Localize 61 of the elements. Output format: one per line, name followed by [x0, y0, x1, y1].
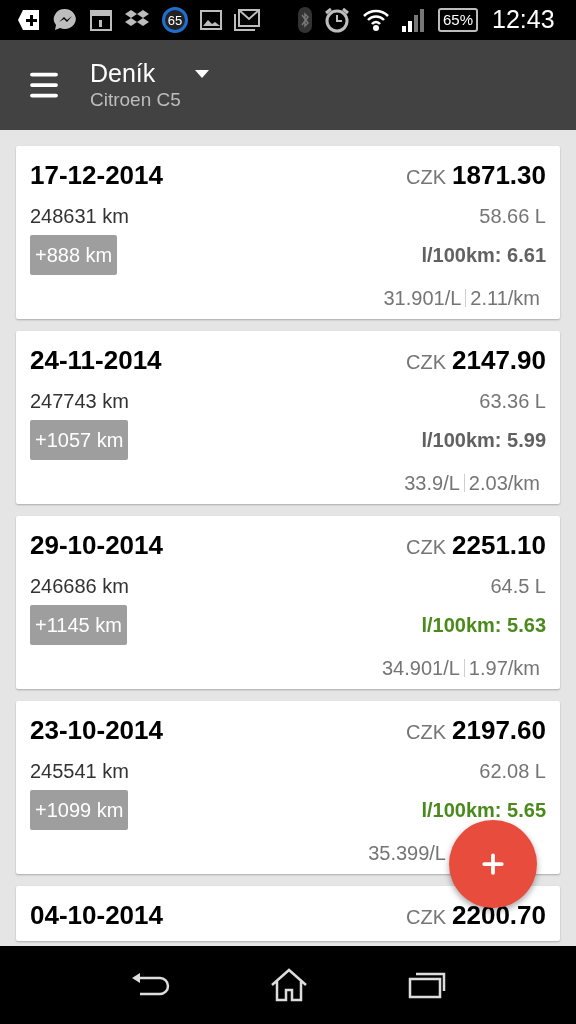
- entry-card[interactable]: 29-10-2014 CZK 2251.10 246686 km 64.5 L +1145 km l/100km: 5.63 34.901/L 1.97/km: [16, 516, 560, 689]
- mail-icon: [234, 9, 260, 31]
- fuel-volume: 64.5 L: [490, 574, 546, 599]
- consumption-value: l/100km: 5.65: [421, 798, 546, 823]
- entry-amount: 2147.90: [452, 344, 546, 377]
- distance-badge: +1057 km: [30, 420, 129, 460]
- battery-indicator: 65%: [438, 8, 479, 32]
- entry-date: 24-11-2014: [30, 344, 162, 377]
- signal-icon: [402, 8, 426, 32]
- currency-label: CZK: [406, 905, 446, 930]
- fuel-volume: 58.66 L: [479, 204, 546, 229]
- odometer-reading: 247743 km: [30, 389, 129, 414]
- fuel-volume: 63.36 L: [479, 389, 546, 414]
- entry-date: 23-10-2014: [30, 714, 163, 747]
- toolbar-title: Deník: [90, 58, 157, 88]
- distance-badge: +1145 km: [30, 605, 127, 645]
- clock-time: 12:43: [492, 4, 555, 36]
- calendar-icon: [90, 9, 112, 31]
- currency-label: CZK: [406, 350, 446, 375]
- entry-card[interactable]: 04-10-2014 CZK 2200.70: [16, 886, 560, 941]
- odometer-reading: 245541 km: [30, 759, 129, 784]
- currency-label: CZK: [406, 535, 446, 560]
- wifi-icon: [362, 8, 390, 32]
- unit-price: 35.399/L: [368, 841, 446, 866]
- plus-icon: [18, 9, 40, 31]
- consumption-value: l/100km: 5.99: [421, 428, 546, 453]
- alarm-clock-icon: [324, 7, 350, 33]
- fuel-volume: 62.08 L: [479, 759, 546, 784]
- consumption-value: l/100km: 6.61: [421, 243, 546, 268]
- entry-date: 29-10-2014: [30, 529, 163, 562]
- chat-bubble-icon: [52, 7, 78, 33]
- image-icon: [200, 10, 222, 30]
- odometer-reading: 246686 km: [30, 574, 129, 599]
- distance-badge: +1099 km: [30, 790, 129, 830]
- cost-per-km: 2.03/km: [468, 471, 540, 496]
- unit-price: 31.901/L: [383, 286, 462, 311]
- distance-badge: +888 km: [30, 235, 118, 275]
- entry-amount: 2251.10: [452, 529, 546, 562]
- entry-card[interactable]: 23-10-2014 CZK 2197.60 245541 km 62.08 L +1099 km l/100km: 5.65 35.399/L: [16, 701, 560, 874]
- entry-date: 17-12-2014: [30, 159, 163, 192]
- entry-card[interactable]: 17-12-2014 CZK 1871.30 248631 km 58.66 L +888 km l/100km: 6.61 31.901/L 2.11/km: [16, 146, 560, 319]
- consumption-value: l/100km: 5.63: [421, 613, 546, 638]
- unit-price: 33.9/L: [404, 471, 460, 496]
- vehicle-selector[interactable]: Deník Citroen C5: [90, 58, 209, 112]
- home-icon[interactable]: [269, 968, 309, 1002]
- dropdown-arrow-icon: [194, 70, 209, 78]
- bluetooth-icon: [298, 7, 312, 33]
- entry-date: 04-10-2014: [30, 899, 163, 932]
- odometer-reading: 248631 km: [30, 204, 129, 229]
- progress-ring-icon: 65: [162, 7, 188, 33]
- entry-card[interactable]: 24-11-2014 CZK 2147.90 247743 km 63.36 L +1057 km l/100km: 5.99 33.9/L 2.03/km: [16, 331, 560, 504]
- cost-per-km: 1.97/km: [468, 656, 540, 681]
- entry-amount: 2200.70: [452, 899, 546, 932]
- currency-label: CZK: [406, 720, 446, 745]
- cost-per-km: 2.11/km: [470, 286, 540, 311]
- currency-label: CZK: [406, 165, 446, 190]
- unit-price: 34.901/L: [382, 656, 460, 681]
- toolbar-subtitle: Citroen C5: [90, 88, 181, 112]
- recent-apps-icon[interactable]: [408, 971, 447, 999]
- entry-amount: 1871.30: [452, 159, 546, 192]
- entry-amount: 2197.60: [452, 714, 546, 747]
